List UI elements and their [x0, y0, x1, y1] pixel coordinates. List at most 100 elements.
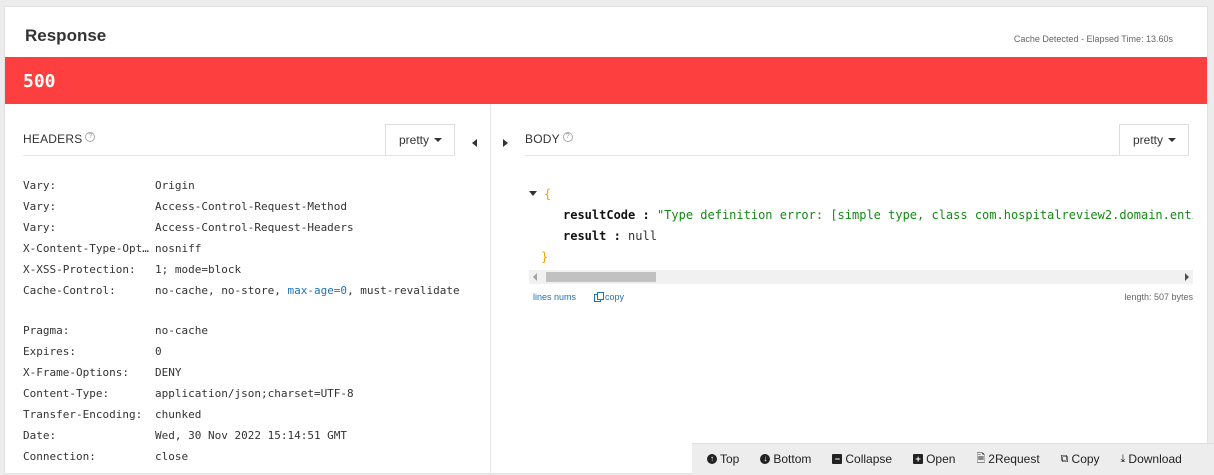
status-bar: 500: [5, 57, 1207, 104]
header-key: X-XSS-Protection:: [23, 263, 136, 276]
json-key: result: [563, 229, 607, 243]
body-format-dropdown[interactable]: pretty: [1119, 124, 1190, 155]
copy-link[interactable]: copy: [594, 292, 624, 302]
header-key: X-Content-Type-Opt…: [23, 242, 149, 255]
copy-icon: ⧉: [1060, 452, 1069, 465]
arrow-down-circle-icon: ↓: [760, 454, 771, 464]
json-collapse-caret-icon[interactable]: [529, 191, 537, 196]
header-value: Wed, 30 Nov 2022 15:14:51 GMT: [155, 429, 348, 442]
body-title: BODY?: [525, 132, 573, 146]
json-close-brace: }: [541, 250, 549, 264]
headers-list: Vary: Origin Vary: Access-Control-Request-M…: [23, 175, 460, 467]
header-row: Expires: 0: [23, 341, 460, 362]
header-key: Vary:: [23, 179, 57, 192]
lines-nums-link[interactable]: lines nums: [533, 292, 576, 302]
download-button-label: Download: [1128, 452, 1182, 466]
help-icon[interactable]: ?: [85, 132, 96, 142]
header-value-part: max-age=0: [287, 284, 348, 297]
minus-square-icon: −: [832, 454, 843, 464]
horizontal-scrollbar[interactable]: [529, 270, 1193, 284]
header-row: Transfer-Encoding: chunked: [23, 404, 460, 425]
headers-section: HEADERS? pretty Vary: Origin Vary: Access-C…: [5, 104, 491, 475]
header-row: Vary: Origin: [23, 175, 460, 196]
scroll-left-arrow-icon[interactable]: [533, 273, 537, 281]
body-divider: [525, 155, 1189, 156]
body-section: BODY? pretty { resultCode : "Type defini…: [491, 104, 1209, 475]
document-icon: 🗎: [976, 452, 986, 465]
scroll-right-arrow-icon[interactable]: [1185, 273, 1189, 281]
json-open-line: {: [529, 184, 1193, 205]
top-button[interactable]: ↑ Top: [707, 452, 739, 466]
header-row: Vary: Access-Control-Request-Headers: [23, 217, 460, 238]
header-row: Cache-Control: no-cache, no-store, max-ag…: [23, 280, 460, 320]
json-null-value: null: [628, 229, 657, 243]
header-value: DENY: [155, 366, 182, 379]
header-row: Connection: close: [23, 446, 460, 467]
header-value: close: [155, 450, 189, 463]
header-value: no-cache: [155, 324, 208, 337]
copy-button[interactable]: ⧉ Copy: [1061, 452, 1100, 466]
expand-right-arrow-icon[interactable]: [503, 139, 508, 147]
headers-format-value: pretty: [399, 133, 430, 147]
open-button-label: Open: [926, 452, 956, 466]
header-value-part: , must-revalidate: [347, 284, 460, 297]
copy-icon: [594, 292, 604, 302]
download-icon: ⤓: [1120, 452, 1126, 465]
to-request-button[interactable]: 🗎 2Request: [976, 452, 1039, 466]
bottom-toolbar: ↑ Top ↓ Bottom − Collapse + Open 🗎 2Request ⧉…: [692, 443, 1214, 474]
header-value: nosniff: [155, 242, 202, 255]
header-key: Content-Type:: [23, 387, 110, 400]
top-button-label: Top: [720, 452, 740, 466]
copy-link-label: copy: [605, 292, 625, 302]
json-open-brace: {: [544, 187, 552, 201]
bottom-button-label: Bottom: [773, 452, 812, 466]
header-value: Access-Control-Request-Method: [155, 200, 348, 213]
headers-format-dropdown[interactable]: pretty: [385, 124, 456, 155]
body-title-text: BODY: [525, 132, 560, 146]
collapse-left-arrow-icon[interactable]: [472, 139, 477, 147]
json-string-value: "Type definition error: [simple type, cl…: [656, 208, 1193, 222]
header-value: no-cache, no-store, max-age=0, must-reva…: [155, 280, 460, 320]
plus-square-icon: +: [913, 454, 924, 464]
chevron-down-icon: [434, 138, 443, 142]
body-length: length: 507 bytes: [1124, 292, 1193, 302]
json-close-line: }: [529, 247, 1193, 268]
header-value: 1; mode=block: [155, 263, 242, 276]
panel-title: Response: [25, 26, 107, 45]
header-row: Vary: Access-Control-Request-Method: [23, 196, 460, 217]
header-key: X-Frame-Options:: [23, 366, 129, 379]
header-key: Date:: [23, 429, 57, 442]
panel-header: Response Cache Detected - Elapsed Time: …: [5, 7, 1207, 57]
scrollbar-thumb[interactable]: [546, 272, 656, 282]
header-key: Vary:: [23, 200, 57, 213]
headers-title-text: HEADERS: [23, 132, 83, 146]
header-value: Access-Control-Request-Headers: [155, 221, 354, 234]
header-row: X-Content-Type-Opt… nosniff: [23, 238, 460, 259]
header-key: Transfer-Encoding:: [23, 408, 143, 421]
header-row: Pragma: no-cache: [23, 320, 460, 341]
help-icon[interactable]: ?: [562, 132, 573, 142]
header-row: X-Frame-Options: DENY: [23, 362, 460, 383]
body-format-value: pretty: [1133, 133, 1164, 147]
header-value-part: no-cache, no-store,: [155, 284, 288, 297]
cache-info: Cache Detected - Elapsed Time: 13.60s: [1013, 34, 1173, 44]
json-entry: result : null: [563, 229, 657, 243]
arrow-up-circle-icon: ↑: [707, 454, 717, 464]
headers-divider: [23, 155, 455, 156]
download-button[interactable]: ⤓ Download: [1121, 452, 1182, 466]
json-entry: resultCode : "Type definition error: [si…: [529, 205, 1193, 226]
bottom-button[interactable]: ↓ Bottom: [760, 452, 811, 466]
response-panel: Response Cache Detected - Elapsed Time: …: [4, 6, 1209, 475]
status-code: 500: [23, 71, 56, 92]
collapse-button[interactable]: − Collapse: [832, 452, 892, 466]
header-value: chunked: [155, 408, 202, 421]
header-value: application/json;charset=UTF-8: [155, 387, 354, 400]
header-row: X-XSS-Protection: 1; mode=block: [23, 259, 460, 280]
header-row: Content-Type: application/json;charset=UT…: [23, 383, 460, 404]
headers-title: HEADERS?: [23, 132, 96, 146]
chevron-down-icon: [1168, 138, 1177, 142]
collapse-button-label: Collapse: [845, 452, 893, 466]
open-button[interactable]: + Open: [913, 452, 955, 466]
copy-button-label: Copy: [1071, 452, 1100, 466]
header-value: Origin: [155, 179, 195, 192]
